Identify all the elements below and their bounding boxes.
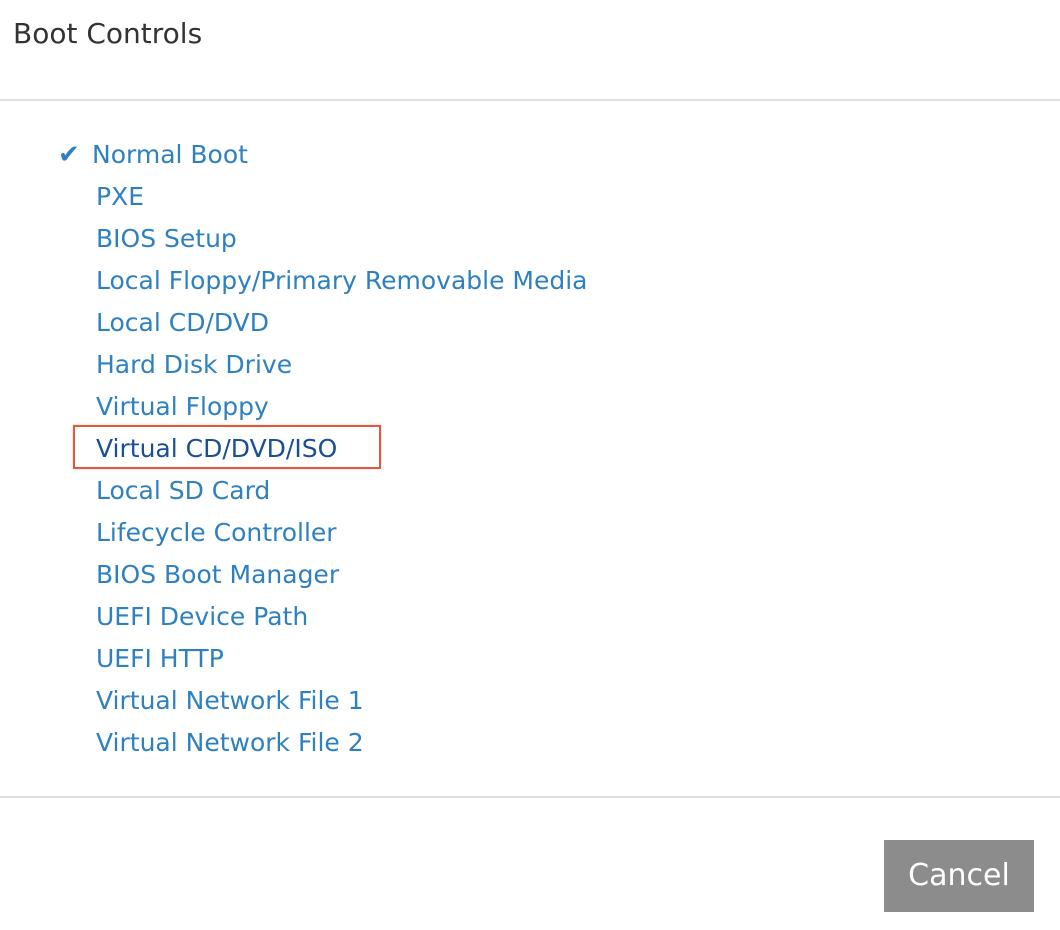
boot-option-label: Local SD Card (96, 476, 271, 505)
dialog-header: Boot Controls (0, 0, 1060, 101)
boot-option-lifecycle-controller[interactable]: Lifecycle Controller (0, 512, 588, 554)
boot-option-label: Virtual CD/DVD/ISO (96, 434, 338, 463)
boot-option-label: Lifecycle Controller (96, 518, 337, 547)
boot-controls-dialog: Boot Controls ✔ Normal Boot PXE BIOS Set… (0, 0, 1060, 930)
boot-option-bios-setup[interactable]: BIOS Setup (0, 218, 588, 260)
boot-option-label: BIOS Boot Manager (96, 560, 340, 589)
boot-option-virtual-network-file-1[interactable]: Virtual Network File 1 (0, 680, 588, 722)
boot-option-label: Hard Disk Drive (96, 350, 293, 379)
boot-option-uefi-device-path[interactable]: UEFI Device Path (0, 596, 588, 638)
footer-divider (0, 796, 1060, 798)
boot-option-label: Local CD/DVD (96, 308, 270, 337)
boot-option-local-cd-dvd[interactable]: Local CD/DVD (0, 302, 588, 344)
boot-option-bios-boot-manager[interactable]: BIOS Boot Manager (0, 554, 588, 596)
boot-option-virtual-network-file-2[interactable]: Virtual Network File 2 (0, 722, 588, 764)
boot-option-label: UEFI Device Path (96, 602, 309, 631)
boot-option-local-floppy[interactable]: Local Floppy/Primary Removable Media (0, 260, 588, 302)
boot-option-hard-disk-drive[interactable]: Hard Disk Drive (0, 344, 588, 386)
boot-option-normal-boot[interactable]: ✔ Normal Boot (0, 134, 588, 176)
boot-option-pxe[interactable]: PXE (0, 176, 588, 218)
boot-option-label: Normal Boot (92, 140, 248, 169)
boot-option-label: Virtual Floppy (96, 392, 269, 421)
boot-option-label: Virtual Network File 1 (96, 686, 364, 715)
boot-option-label: Virtual Network File 2 (96, 728, 364, 757)
boot-option-label: UEFI HTTP (96, 644, 224, 673)
boot-option-label: BIOS Setup (96, 224, 237, 253)
cancel-button[interactable]: Cancel (884, 840, 1034, 912)
boot-option-label: Local Floppy/Primary Removable Media (96, 266, 588, 295)
boot-option-virtual-cd-dvd-iso[interactable]: Virtual CD/DVD/ISO (0, 428, 588, 470)
boot-option-virtual-floppy[interactable]: Virtual Floppy (0, 386, 588, 428)
checkmark-icon: ✔ (58, 140, 80, 170)
dialog-title: Boot Controls (13, 17, 203, 50)
boot-option-label: PXE (96, 182, 144, 211)
boot-option-uefi-http[interactable]: UEFI HTTP (0, 638, 588, 680)
boot-option-local-sd-card[interactable]: Local SD Card (0, 470, 588, 512)
boot-option-list: ✔ Normal Boot PXE BIOS Setup Local Flopp… (0, 134, 588, 764)
